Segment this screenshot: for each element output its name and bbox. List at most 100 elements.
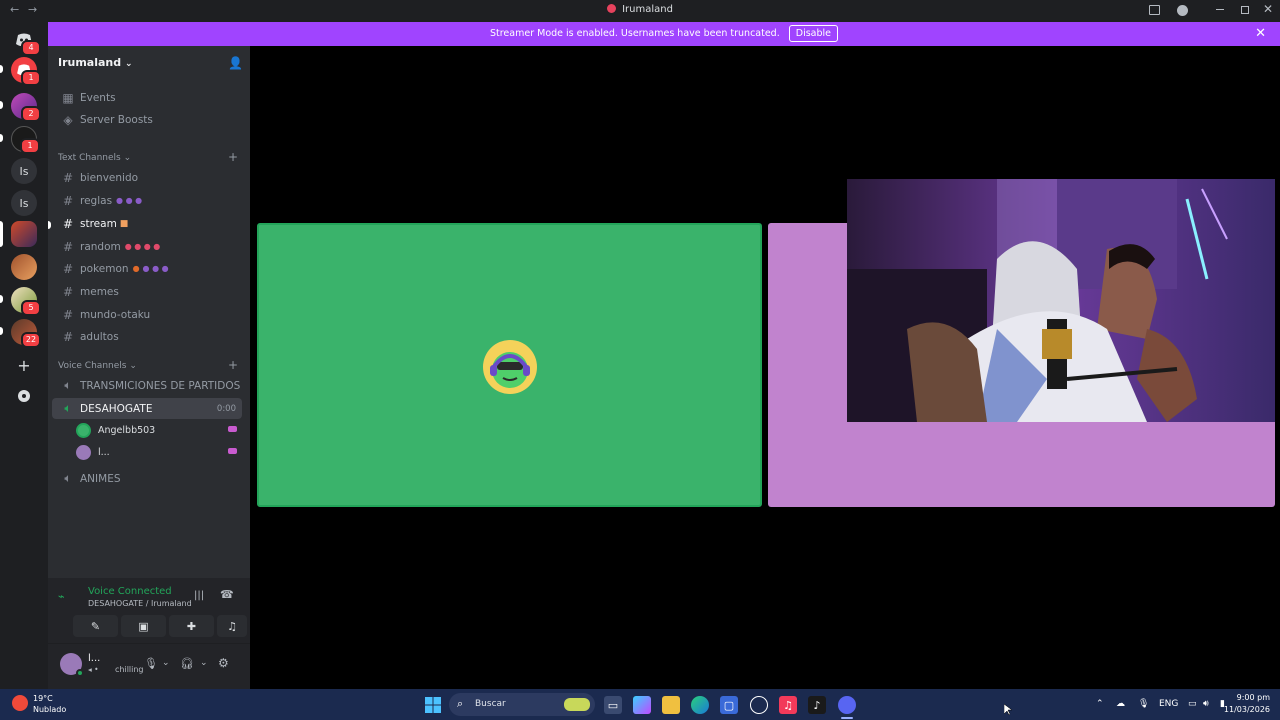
minimize-icon[interactable] bbox=[1216, 9, 1224, 10]
unread-indicator bbox=[48, 221, 51, 229]
discord-taskbar-icon[interactable] bbox=[838, 696, 856, 714]
help-icon[interactable] bbox=[1177, 5, 1188, 16]
streaming-icon bbox=[228, 426, 237, 432]
calendar-icon: ▦ bbox=[62, 90, 74, 105]
channel-bienvenido[interactable]: # bienvenido bbox=[52, 167, 242, 188]
store-icon[interactable]: ▢ bbox=[720, 696, 738, 714]
task-view-icon[interactable]: ▭ bbox=[604, 696, 622, 714]
noise-suppression-icon[interactable]: ||| bbox=[194, 590, 204, 601]
streaming-icon bbox=[228, 448, 237, 454]
guild-header[interactable]: Irumaland ⌄ bbox=[58, 56, 133, 69]
channel-stream[interactable]: # stream ■ bbox=[52, 213, 242, 234]
server-folder-icon[interactable]: 22 bbox=[11, 319, 41, 348]
microphone-tray-icon[interactable]: 🎙︎ bbox=[1138, 699, 1149, 709]
hash-icon: # bbox=[62, 261, 74, 276]
hash-icon: # bbox=[62, 239, 74, 254]
online-status-icon bbox=[76, 669, 84, 677]
channel-label: DESAHOGATE bbox=[80, 402, 153, 415]
inbox-icon[interactable] bbox=[1149, 5, 1160, 15]
activities-button[interactable]: ✚ bbox=[169, 615, 214, 637]
unread-pill bbox=[0, 65, 3, 73]
copilot-icon[interactable] bbox=[633, 696, 651, 714]
add-server-icon[interactable]: + bbox=[11, 352, 37, 378]
soundboard-button[interactable]: ♫ bbox=[217, 615, 247, 637]
signal-icon[interactable]: ⌁ bbox=[58, 590, 65, 603]
voice-channel-desahogate[interactable]: 🔈︎ DESAHOGATE 0:00 bbox=[52, 398, 242, 419]
invite-member-icon[interactable]: 👤 bbox=[228, 56, 243, 70]
emoji-icon: ● ● ● ● bbox=[124, 242, 161, 251]
chevron-down-icon[interactable]: ⌄ bbox=[200, 658, 208, 668]
obs-icon[interactable] bbox=[750, 696, 768, 714]
badge: 2 bbox=[21, 106, 41, 122]
boost-icon: ◈ bbox=[63, 112, 73, 127]
voice-user[interactable]: l... bbox=[76, 443, 110, 461]
music-icon[interactable]: ♫ bbox=[779, 696, 797, 714]
mouse-cursor-icon bbox=[1004, 704, 1012, 716]
channel-adultos[interactable]: # adultos bbox=[52, 326, 242, 347]
channel-reglas[interactable]: # reglas ● ● ● bbox=[52, 190, 242, 211]
server-icon-is[interactable]: Is bbox=[11, 158, 37, 184]
channel-label: random bbox=[80, 240, 121, 253]
avatar bbox=[483, 340, 537, 394]
active-app-indicator bbox=[841, 717, 853, 719]
voice-location[interactable]: DESAHOGATE / Irumaland bbox=[88, 599, 192, 608]
windows-start-icon[interactable] bbox=[424, 696, 442, 714]
channel-label: pokemon bbox=[80, 262, 129, 275]
events-item[interactable]: ▦ Events bbox=[52, 87, 242, 108]
file-explorer-icon[interactable] bbox=[662, 696, 680, 714]
server-icon-dark[interactable]: 1 bbox=[11, 126, 40, 154]
speaker-icon: 🔈︎ bbox=[64, 471, 72, 485]
channel-label: mundo-otaku bbox=[80, 308, 151, 321]
channel-pokemon[interactable]: # pokemon ● ● ● ● bbox=[52, 258, 242, 279]
voice-channels-category[interactable]: Voice Channels ⌄ bbox=[58, 361, 137, 371]
clock-date[interactable]: 11/03/2026 bbox=[1220, 705, 1270, 714]
clock-time[interactable]: 9:00 pm bbox=[1226, 693, 1270, 702]
server-boosts-item[interactable]: ◈ Server Boosts bbox=[52, 109, 242, 130]
edge-icon[interactable] bbox=[691, 696, 709, 714]
create-text-channel-icon[interactable]: + bbox=[228, 150, 238, 164]
screen-share-icon: ▣ bbox=[138, 619, 149, 633]
channel-random[interactable]: # random ● ● ● ● bbox=[52, 236, 242, 257]
unread-pill bbox=[0, 101, 3, 109]
chevron-down-icon: ⌄ bbox=[124, 59, 133, 69]
disable-streamer-mode-button[interactable]: Disable bbox=[788, 25, 839, 42]
channel-mundo-otaku[interactable]: # mundo-otaku bbox=[52, 304, 242, 325]
taskbar-search[interactable]: ⌕ Buscar bbox=[449, 693, 595, 716]
language-indicator[interactable]: ENG bbox=[1159, 699, 1178, 709]
server-icon-is-2[interactable]: Is bbox=[11, 190, 37, 216]
microphone-icon[interactable]: 🎙︎ bbox=[144, 657, 158, 670]
close-window-icon[interactable]: ✕ bbox=[1263, 2, 1273, 16]
speaker-icon: 🔈︎ bbox=[64, 401, 72, 415]
hash-icon: # bbox=[62, 216, 74, 231]
channel-memes[interactable]: # memes bbox=[52, 281, 242, 302]
voice-user[interactable]: Angelbb503 bbox=[76, 421, 155, 439]
voice-channel-transmiciones[interactable]: 🔈︎ TRANSMICIONES DE PARTIDOS bbox=[52, 375, 242, 396]
network-icon[interactable]: ▭ bbox=[1188, 699, 1197, 709]
weather-icon[interactable] bbox=[12, 695, 28, 711]
server-icon-purple[interactable]: 2 bbox=[11, 93, 41, 122]
server-icon-meme[interactable]: 5 bbox=[11, 287, 41, 316]
gear-icon[interactable]: ⚙︎ bbox=[218, 656, 229, 670]
chevron-up-icon[interactable]: ⌃ bbox=[1096, 699, 1104, 709]
tiktok-icon[interactable]: ♪ bbox=[808, 696, 826, 714]
close-icon[interactable]: ✕ bbox=[1255, 22, 1266, 46]
voice-channel-animes[interactable]: 🔈︎ ANIMES bbox=[52, 468, 242, 489]
screen-share-button[interactable]: ▣ bbox=[121, 615, 166, 637]
server-icon-irumaland[interactable] bbox=[11, 221, 37, 247]
disconnect-icon[interactable]: ☎ bbox=[220, 588, 234, 601]
events-label: Events bbox=[80, 91, 116, 104]
discord-home-icon[interactable]: 4 bbox=[11, 27, 41, 56]
headphones-icon[interactable]: 🎧︎ bbox=[180, 657, 194, 670]
selected-pill bbox=[0, 221, 3, 247]
discover-icon[interactable] bbox=[11, 383, 37, 409]
cloud-icon[interactable]: ☁ bbox=[1116, 699, 1125, 709]
maximize-icon[interactable] bbox=[1241, 6, 1249, 14]
chevron-down-icon[interactable]: ⌄ bbox=[162, 658, 170, 668]
server-icon-anime[interactable] bbox=[11, 254, 37, 280]
camera-off-button[interactable]: ✎ bbox=[73, 615, 118, 637]
server-icon-red[interactable]: 1 bbox=[11, 57, 41, 86]
text-channels-category[interactable]: Text Channels ⌄ bbox=[58, 153, 131, 163]
volume-icon[interactable]: 🔊︎ bbox=[1203, 699, 1209, 709]
create-voice-channel-icon[interactable]: + bbox=[228, 358, 238, 372]
participant-tile-angelbb503[interactable] bbox=[257, 223, 762, 507]
